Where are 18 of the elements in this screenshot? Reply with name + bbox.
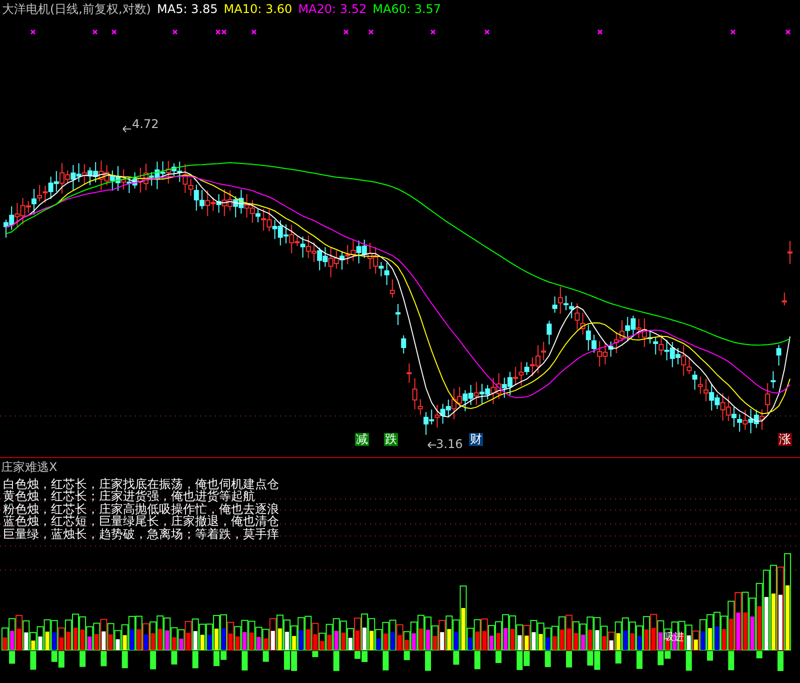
indicator-title: 庄家难逃X — [1, 460, 58, 474]
price-label: 3.16 — [436, 438, 463, 450]
moving-average-reading: MA5: 3.85 — [157, 2, 218, 16]
chart-title: 大洋电机(日线,前复权,对数) — [2, 0, 151, 18]
legend-text: 粉色烛，红芯长，庄家高抛低吸操作忙，俺也去逐浪 — [3, 502, 279, 516]
legend-text: 白色烛，红芯长，庄家找底在振荡，俺也伺机建点仓 — [3, 478, 279, 490]
legend-text: 黄色烛，红芯长；庄家进货强，俺也进货等起航 — [3, 490, 256, 503]
signal-mark: 跌 — [384, 433, 398, 446]
moving-average-reading: MA60: 3.57 — [372, 2, 442, 16]
moving-average-reading: MA10: 3.60 — [224, 2, 292, 16]
signal-mark: 减 — [355, 433, 369, 446]
signal-mark: 财 — [469, 433, 483, 446]
legend-text: 巨量绿，蓝烛长，趋势破，急离场；等着跌，莫手痒 — [3, 528, 279, 540]
indicator-tag: 吸进 — [664, 632, 684, 643]
signal-mark: 涨 — [778, 433, 792, 446]
legend-text: 蓝色烛，红芯短，巨量绿尾长，庄家撤退，俺也清仓 — [3, 515, 279, 528]
moving-average-reading: MA20: 3.52 — [298, 2, 367, 16]
price-label: 4.72 — [132, 118, 159, 130]
